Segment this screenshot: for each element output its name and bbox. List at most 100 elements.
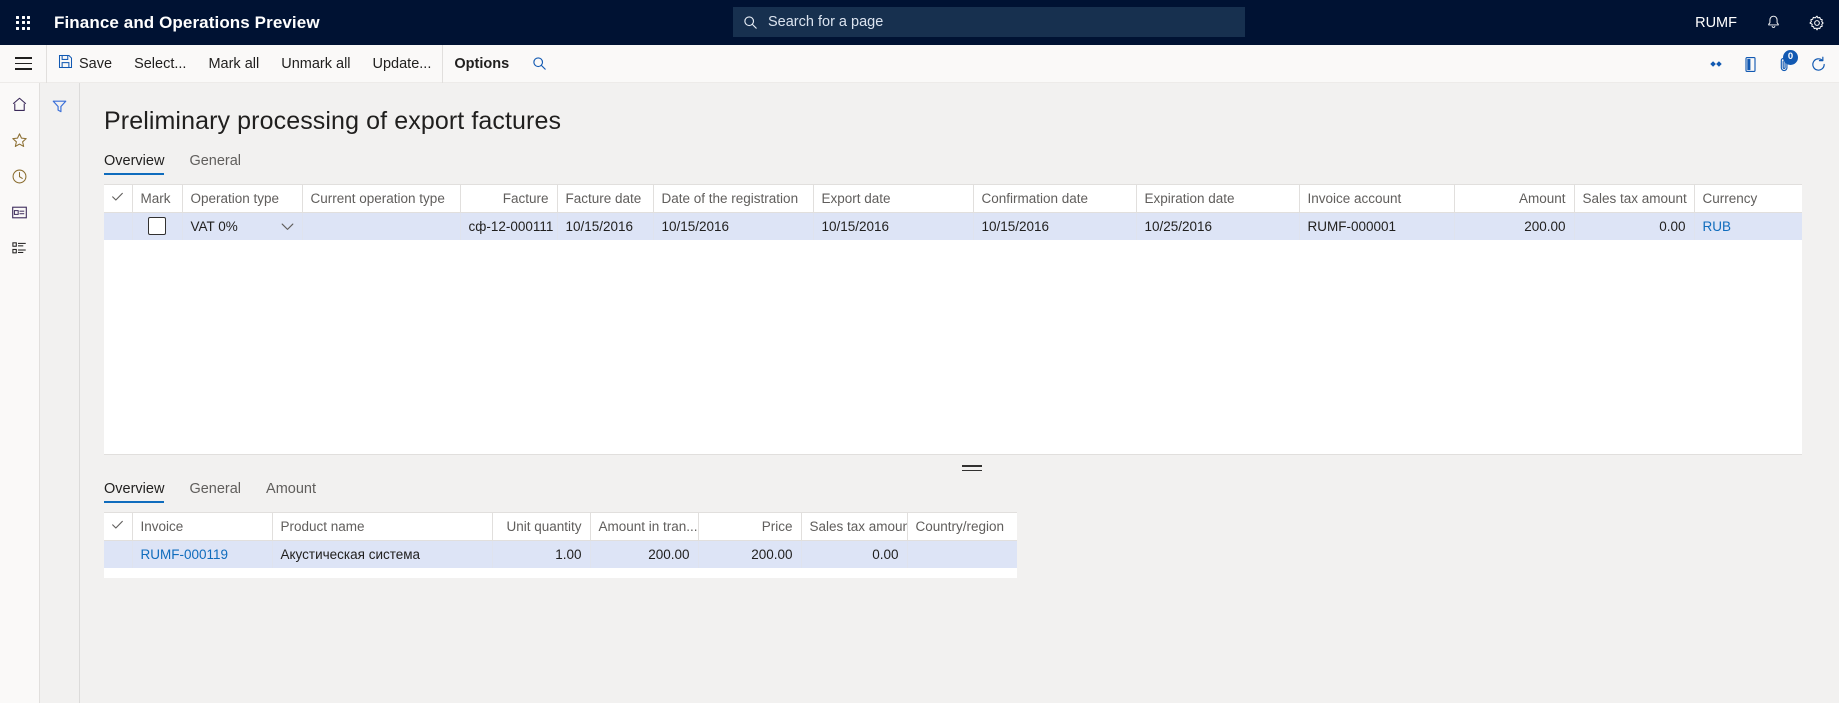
- column-header-export_date[interactable]: Export date: [813, 185, 974, 213]
- topbar-right-group: RUMF: [1681, 0, 1839, 45]
- mark-all-button[interactable]: Mark all: [197, 45, 270, 83]
- tab-lines-overview[interactable]: Overview: [104, 481, 176, 503]
- cell-country_region[interactable]: [907, 540, 1017, 568]
- cell-export_date[interactable]: 10/15/2016: [813, 212, 974, 240]
- cell-current_operation_type[interactable]: [302, 212, 461, 240]
- company-selector[interactable]: RUMF: [1681, 15, 1751, 31]
- table-row[interactable]: VAT 0% сф-12-000111 10/15/2016 10/15/2016 10…: [104, 212, 1802, 240]
- cell-invoice_account[interactable]: RUMF-000001: [1299, 212, 1455, 240]
- column-header-price[interactable]: Price: [698, 513, 802, 541]
- sidebar-item-modules[interactable]: [0, 233, 39, 269]
- header-grid: Mark Operation type Current operation type…: [104, 184, 1802, 455]
- header-grid-tabs: Overview General: [104, 153, 1839, 175]
- column-header-amount[interactable]: Amount: [1454, 185, 1575, 213]
- operation-type-dropdown[interactable]: VAT 0%: [191, 219, 294, 234]
- column-header-unit_quantity[interactable]: Unit quantity: [492, 513, 591, 541]
- cell-sales_tax_amount[interactable]: 0.00: [801, 540, 908, 568]
- select-all-checkmark-icon[interactable]: [104, 513, 133, 541]
- table-row[interactable]: RUMF-000119 Акустическая система 1.00 200.0…: [104, 540, 1017, 568]
- attachment-icon[interactable]: 0: [1767, 45, 1801, 83]
- grid-header-row: Invoice Product name Unit quantity Amount i…: [104, 513, 1017, 541]
- chevron-down-icon[interactable]: [281, 219, 294, 234]
- lines-grid: Invoice Product name Unit quantity Amount i…: [104, 512, 1017, 578]
- sidebar-item-recent[interactable]: [0, 161, 39, 197]
- column-header-invoice[interactable]: Invoice: [132, 513, 273, 541]
- link-currency[interactable]: RUB: [1703, 219, 1732, 234]
- column-header-confirmation_date[interactable]: Confirmation date: [973, 185, 1137, 213]
- refresh-icon[interactable]: [1801, 45, 1835, 83]
- column-header-label: Facture date: [565, 190, 642, 206]
- tab-lines-amount[interactable]: Amount: [266, 481, 328, 503]
- cell-mark[interactable]: [132, 212, 183, 240]
- cell-amount_in_transaction[interactable]: 200.00: [590, 540, 699, 568]
- column-header-operation_type[interactable]: Operation type: [182, 185, 303, 213]
- cell-expiration_date[interactable]: 10/25/2016: [1136, 212, 1300, 240]
- select-button[interactable]: Select...: [123, 45, 197, 83]
- cell-value: 10/25/2016: [1144, 218, 1213, 234]
- hamburger-icon[interactable]: [0, 45, 46, 83]
- tab-lines-general[interactable]: General: [189, 481, 253, 503]
- update-button[interactable]: Update...: [362, 45, 443, 83]
- column-header-label: Currency: [1702, 190, 1758, 206]
- share-icon[interactable]: [1699, 45, 1733, 83]
- lines-grid-empty-area: [104, 568, 1017, 578]
- select-all-checkmark-icon[interactable]: [104, 185, 133, 213]
- link-invoice[interactable]: RUMF-000119: [141, 547, 229, 562]
- column-header-expiration_date[interactable]: Expiration date: [1136, 185, 1300, 213]
- lines-grid-tabs: Overview General Amount: [104, 481, 1839, 503]
- sidebar-item-favorites[interactable]: [0, 125, 39, 161]
- column-header-label: Product name: [280, 518, 365, 534]
- row-selector[interactable]: [104, 212, 133, 240]
- grid-splitter[interactable]: [104, 455, 1839, 481]
- cell-price[interactable]: 200.00: [698, 540, 802, 568]
- lines-grid-table: Invoice Product name Unit quantity Amount i…: [104, 513, 1017, 568]
- cell-confirmation_date[interactable]: 10/15/2016: [973, 212, 1137, 240]
- open-in-office-icon[interactable]: [1733, 45, 1767, 83]
- search-input[interactable]: [766, 13, 1235, 31]
- cell-amount[interactable]: 200.00: [1454, 212, 1575, 240]
- main-content: Preliminary processing of export facture…: [80, 83, 1839, 703]
- cell-sales_tax_amount[interactable]: 0.00: [1574, 212, 1695, 240]
- options-tab[interactable]: Options: [443, 45, 520, 83]
- cell-currency[interactable]: RUB: [1694, 212, 1802, 240]
- column-header-current_operation_type[interactable]: Current operation type: [302, 185, 461, 213]
- filter-icon[interactable]: [40, 91, 79, 121]
- cell-product_name[interactable]: Акустическая система: [272, 540, 493, 568]
- column-header-mark[interactable]: Mark: [132, 185, 183, 213]
- column-header-facture[interactable]: Facture: [460, 185, 558, 213]
- app-launcher-grid: [16, 15, 30, 30]
- mark-checkbox[interactable]: [148, 217, 166, 236]
- cell-facture[interactable]: сф-12-000111: [460, 212, 558, 240]
- cell-registration_date[interactable]: 10/15/2016: [653, 212, 814, 240]
- save-button[interactable]: Save: [47, 45, 123, 83]
- tab-header-general[interactable]: General: [189, 153, 253, 175]
- column-header-sales_tax_amount[interactable]: Sales tax amount: [801, 513, 908, 541]
- column-header-country_region[interactable]: Country/region: [907, 513, 1017, 541]
- bell-icon[interactable]: [1751, 0, 1795, 45]
- gear-icon[interactable]: [1795, 0, 1839, 45]
- column-header-label: Expiration date: [1144, 190, 1235, 206]
- global-search[interactable]: [733, 7, 1245, 37]
- column-header-label: Facture: [502, 190, 549, 206]
- tab-header-overview[interactable]: Overview: [104, 153, 176, 175]
- sidebar-item-workspaces[interactable]: [0, 197, 39, 233]
- cell-unit_quantity[interactable]: 1.00: [492, 540, 591, 568]
- unmark-all-button[interactable]: Unmark all: [270, 45, 361, 83]
- cell-facture_date[interactable]: 10/15/2016: [557, 212, 654, 240]
- app-launcher-icon[interactable]: [0, 0, 46, 45]
- toolbar-search-icon[interactable]: [520, 45, 559, 83]
- column-header-sales_tax_amount[interactable]: Sales tax amount: [1574, 185, 1695, 213]
- column-header-label: Date of the registration: [661, 190, 799, 206]
- column-header-currency[interactable]: Currency: [1694, 185, 1802, 213]
- column-header-product_name[interactable]: Product name: [272, 513, 493, 541]
- row-selector[interactable]: [104, 540, 133, 568]
- top-navigation-bar: Finance and Operations Preview RUMF: [0, 0, 1839, 45]
- cell-operation_type[interactable]: VAT 0%: [182, 212, 303, 240]
- sidebar-item-home[interactable]: [0, 89, 39, 125]
- column-header-amount_in_transaction[interactable]: Amount in tran...: [590, 513, 699, 541]
- column-header-label: Invoice: [140, 518, 184, 534]
- column-header-registration_date[interactable]: Date of the registration: [653, 185, 814, 213]
- cell-invoice[interactable]: RUMF-000119: [132, 540, 273, 568]
- column-header-invoice_account[interactable]: Invoice account: [1299, 185, 1455, 213]
- column-header-facture_date[interactable]: Facture date: [557, 185, 654, 213]
